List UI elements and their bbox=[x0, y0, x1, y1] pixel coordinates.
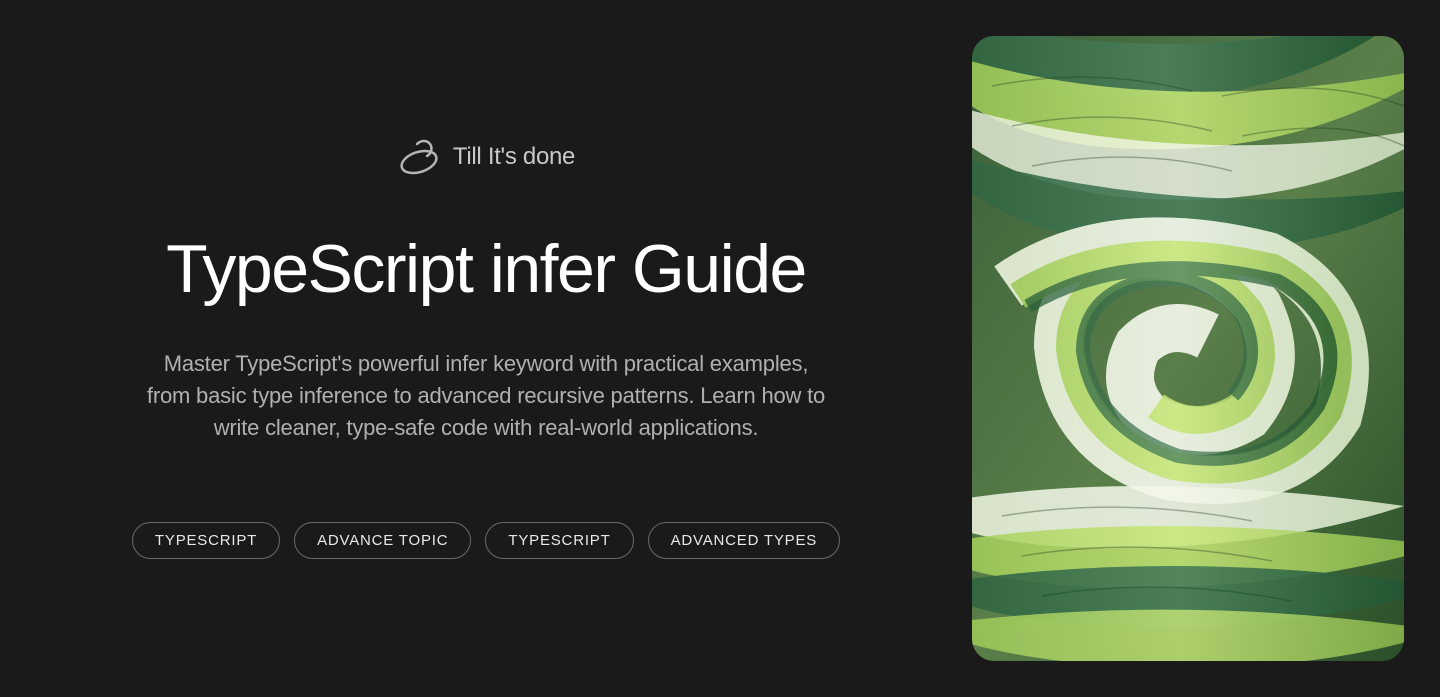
brand-text: Till It's done bbox=[453, 143, 575, 171]
tag-list: TYPESCRIPT ADVANCE TOPIC TYPESCRIPT ADVA… bbox=[126, 522, 846, 559]
content-panel: Till It's done TypeScript infer Guide Ma… bbox=[0, 0, 972, 697]
abstract-artwork bbox=[972, 36, 1404, 661]
hero-image bbox=[972, 36, 1404, 661]
tag-typescript[interactable]: TYPESCRIPT bbox=[132, 522, 280, 559]
brand: Till It's done bbox=[126, 138, 846, 176]
tag-typescript-2[interactable]: TYPESCRIPT bbox=[485, 522, 633, 559]
page-title: TypeScript infer Guide bbox=[126, 234, 846, 305]
page-description: Master TypeScript's powerful infer keywo… bbox=[126, 348, 846, 444]
tag-advance-topic[interactable]: ADVANCE TOPIC bbox=[294, 522, 471, 559]
brand-logo-icon bbox=[397, 138, 441, 176]
tag-advanced-types[interactable]: ADVANCED TYPES bbox=[648, 522, 841, 559]
